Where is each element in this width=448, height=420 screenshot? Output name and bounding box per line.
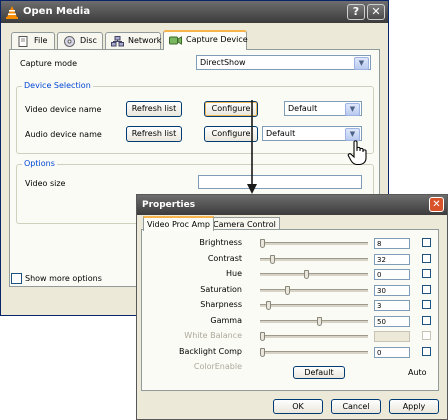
capture-mode-value: DirectShow: [200, 58, 246, 67]
sharpness-auto-checkbox[interactable]: [422, 300, 431, 309]
brightness-value[interactable]: 8: [374, 238, 410, 249]
tab-file[interactable]: File: [11, 32, 55, 50]
hue-label: Hue: [225, 269, 242, 278]
help-button[interactable]: ?: [347, 4, 365, 20]
window-title: Open Media: [23, 6, 91, 17]
auto-label: Auto: [408, 368, 427, 377]
saturation-auto-checkbox[interactable]: [422, 284, 431, 294]
colorenable-label: ColorEnable: [193, 362, 242, 371]
sharpness-slider-thumb[interactable]: [266, 301, 272, 310]
audio-device-label: Audio device name: [25, 130, 102, 139]
video-device-value: Default: [288, 104, 318, 113]
saturation-slider[interactable]: [260, 288, 368, 292]
gamma-slider[interactable]: [260, 319, 368, 323]
sharpness-slider[interactable]: [260, 304, 368, 307]
open-media-titlebar[interactable]: Open Media ? ✕: [1, 1, 388, 23]
backlight-comp-value[interactable]: 0: [374, 346, 410, 358]
tab-network-label: Network: [128, 36, 162, 45]
white-balance-slider-thumb: [260, 332, 265, 341]
tab-capture-device-label: Capture Device: [186, 35, 248, 44]
properties-title: Properties: [142, 200, 196, 210]
properties-titlebar[interactable]: Properties ✕: [137, 195, 447, 215]
contrast-value[interactable]: 32: [374, 253, 410, 265]
hue-slider-thumb[interactable]: [304, 270, 310, 279]
file-icon: [18, 36, 28, 47]
contrast-slider[interactable]: [260, 257, 368, 261]
gamma-label: Gamma: [210, 315, 242, 325]
vlc-cone-icon: [6, 6, 18, 19]
gamma-slider-thumb[interactable]: [316, 316, 322, 326]
sharpness-value[interactable]: 3: [374, 300, 410, 311]
chevron-down-icon: ▼: [345, 103, 360, 116]
contrast-auto-checkbox[interactable]: [422, 253, 431, 263]
tab-disc-label: Disc: [80, 36, 97, 45]
device-selection-group: [16, 86, 374, 154]
sharpness-label: Sharpness: [200, 300, 242, 309]
properties-close-button[interactable]: ✕: [429, 197, 444, 212]
audio-device-select[interactable]: Default ▼: [262, 126, 362, 141]
backlight-comp-slider[interactable]: [260, 350, 368, 354]
hue-slider[interactable]: [260, 273, 368, 276]
options-title: Options: [22, 159, 57, 168]
saturation-value[interactable]: 30: [374, 284, 410, 296]
contrast-label: Contrast: [207, 253, 242, 263]
audio-refresh-list-button[interactable]: Refresh list: [126, 126, 182, 142]
video-device-select[interactable]: Default ▼: [284, 101, 362, 116]
video-proc-amp-panel: Brightness 8 Contrast 32 Hue 0 Saturation 30 Sha…: [141, 229, 439, 391]
brightness-slider[interactable]: [260, 242, 368, 245]
hue-auto-checkbox[interactable]: [422, 269, 431, 278]
tab-video-proc-amp[interactable]: Video Proc Amp: [143, 216, 214, 231]
white-balance-label: White Balance: [184, 331, 242, 340]
network-icon: [111, 36, 124, 47]
show-more-options-label: Show more options: [25, 274, 102, 283]
close-button[interactable]: ✕: [367, 4, 385, 20]
tab-network[interactable]: Network: [105, 32, 161, 50]
video-size-label: Video size: [25, 179, 66, 188]
backlight-comp-slider-thumb[interactable]: [260, 347, 265, 357]
white-balance-slider: [260, 335, 368, 338]
apply-button[interactable]: Apply: [389, 399, 439, 414]
video-refresh-list-button[interactable]: Refresh list: [126, 101, 182, 117]
contrast-slider-thumb[interactable]: [270, 254, 276, 264]
tab-file-label: File: [34, 36, 48, 45]
hue-value[interactable]: 0: [374, 269, 410, 280]
white-balance-auto-checkbox: [422, 331, 431, 340]
device-selection-title: Device Selection: [22, 81, 93, 90]
cancel-button[interactable]: Cancel: [331, 399, 381, 414]
disc-icon: [64, 36, 75, 47]
default-button[interactable]: Default: [293, 366, 345, 379]
properties-window: Properties ✕ Video Proc Amp Camera Contr…: [136, 194, 448, 420]
hand-cursor-icon: [347, 140, 367, 166]
tab-capture-device[interactable]: Capture Device: [163, 30, 248, 50]
brightness-label: Brightness: [199, 238, 242, 247]
saturation-label: Saturation: [200, 284, 242, 294]
video-device-label: Video device name: [25, 105, 102, 114]
gamma-value[interactable]: 50: [374, 315, 410, 327]
audio-device-value: Default: [266, 129, 296, 138]
backlight-comp-auto-checkbox[interactable]: [422, 346, 431, 356]
brightness-slider-thumb[interactable]: [260, 239, 265, 248]
white-balance-value: [374, 331, 410, 342]
show-more-options-checkbox[interactable]: [11, 273, 22, 284]
tab-disc[interactable]: Disc: [57, 32, 103, 50]
capture-mode-select[interactable]: DirectShow ▼: [196, 55, 371, 70]
capture-device-icon: [169, 36, 182, 45]
chevron-down-icon: ▼: [354, 57, 369, 70]
video-size-input[interactable]: [198, 175, 362, 189]
backlight-comp-label: Backlight Comp: [178, 346, 242, 356]
ok-button[interactable]: OK: [273, 399, 323, 414]
capture-mode-label: Capture mode: [20, 59, 78, 68]
brightness-auto-checkbox[interactable]: [422, 238, 431, 247]
saturation-slider-thumb[interactable]: [284, 285, 290, 295]
callout-arrow: [247, 100, 257, 194]
gamma-auto-checkbox[interactable]: [422, 315, 431, 325]
